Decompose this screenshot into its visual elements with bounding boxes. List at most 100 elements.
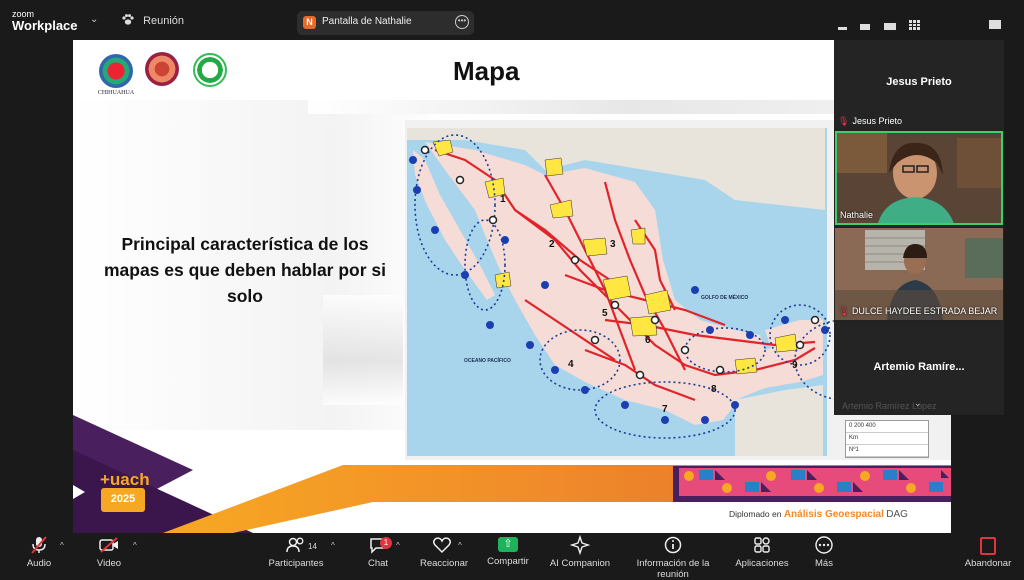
share-label: Pantalla de Nathalie xyxy=(322,16,412,27)
side-view-icon[interactable] xyxy=(883,23,896,30)
footer-suffix: DAG xyxy=(886,509,908,520)
video-name-dulce-text: DULCE HAYDEE ESTRADA BEJAR xyxy=(851,306,998,316)
audio-options-chevron-icon[interactable]: ^ xyxy=(60,541,64,550)
map-gulf-label: GOLFO DE MÉXICO xyxy=(701,293,748,301)
participant-tile-top[interactable]: Jesus Prieto xyxy=(834,40,1004,128)
zoom-logo: zoom Workplace xyxy=(12,9,78,33)
sparkle-icon xyxy=(570,535,590,555)
pattern-strip xyxy=(679,468,951,496)
video-tile-dulce[interactable]: 🎙 DULCE HAYDEE ESTRADA BEJAR xyxy=(835,228,1003,320)
participants-options-chevron-icon[interactable]: ^ xyxy=(331,541,335,550)
meeting-info-toolbar-button[interactable]: Información de la reunión xyxy=(620,535,726,580)
audio-button[interactable]: Audio xyxy=(24,535,54,569)
map-region-4: 4 xyxy=(568,359,574,370)
footer-prefix: Diplomado en xyxy=(729,509,782,519)
more-label: Más xyxy=(815,558,833,569)
participants-button[interactable]: Participantes xyxy=(268,535,324,569)
faculty-seal-logo xyxy=(145,52,179,86)
video-label: Video xyxy=(96,558,122,569)
uach-2025-badge: 2025 xyxy=(101,488,145,512)
layout-toggle-icon[interactable] xyxy=(989,20,1001,29)
slide-body-text: Principal característica de los mapas es… xyxy=(103,234,387,306)
leave-door-icon xyxy=(980,537,996,555)
sharer-avatar: N xyxy=(303,16,316,29)
gaem-logo xyxy=(193,53,227,87)
paw-icon xyxy=(122,14,134,25)
chevron-down-icon[interactable]: ⌄ xyxy=(90,14,98,25)
program-footer: Diplomado en Análisis Geoespacial DAG xyxy=(729,509,908,520)
slide-title: Mapa xyxy=(453,56,520,86)
participants-label: Participantes xyxy=(268,558,324,569)
legend-units: Km xyxy=(846,433,928,445)
slide-background-decoration xyxy=(323,295,403,405)
mic-muted-icon: 🎙 xyxy=(838,116,850,126)
map-region-1: 1 xyxy=(500,194,506,205)
apps-button[interactable]: Aplicaciones xyxy=(735,535,789,569)
chat-label: Chat xyxy=(367,558,389,569)
mic-muted-icon xyxy=(31,536,47,554)
gallery-view-icon[interactable] xyxy=(909,20,921,30)
reactions-label: Reaccionar xyxy=(420,558,469,569)
video-options-chevron-icon[interactable]: ^ xyxy=(133,541,137,550)
chat-unread-badge: 1 xyxy=(380,537,392,549)
participant-video-panel: Jesus Prieto 🎙 Jesus Prieto Nathalie 🎙 D… xyxy=(834,40,1004,415)
brand-big: Workplace xyxy=(12,18,78,33)
video-button[interactable]: Video xyxy=(94,535,124,569)
view-controls xyxy=(838,17,929,35)
uach-year: 2025 xyxy=(110,493,136,505)
ai-label: AI Companion xyxy=(549,558,611,569)
apps-icon xyxy=(754,537,770,553)
strip-view-icon[interactable] xyxy=(860,24,871,30)
participant-name-bottom: Artemio Ramíre... xyxy=(873,361,965,373)
meeting-toolbar: Audio ^ Video ^ Participantes 14 ^ Chat … xyxy=(0,533,1024,580)
more-button[interactable]: Más xyxy=(812,535,836,569)
more-options-icon[interactable]: ••• xyxy=(455,15,469,29)
audio-label: Audio xyxy=(26,558,52,569)
minimize-view-icon[interactable] xyxy=(838,27,847,30)
share-screen-button[interactable]: ⇧ Compartir xyxy=(487,535,529,567)
map-region-2: 2 xyxy=(549,239,555,250)
top-bar: zoom Workplace ⌄ Reunión N Pantalla de N… xyxy=(0,0,1024,40)
mic-muted-icon: 🎙 xyxy=(838,306,852,316)
scroll-down-chevron-icon[interactable]: ⌄ xyxy=(914,398,922,409)
info-label: Información de la reunión xyxy=(636,558,710,580)
map-region-3: 3 xyxy=(610,239,616,250)
heart-icon xyxy=(432,537,452,554)
legend-scale: 0 200 400 xyxy=(846,421,928,433)
participants-count: 14 xyxy=(308,542,317,551)
video-off-icon xyxy=(99,537,118,553)
info-icon xyxy=(664,536,682,554)
uach-logo-text: +uach xyxy=(100,470,150,489)
apps-label: Aplicaciones xyxy=(735,558,789,569)
chat-options-chevron-icon[interactable]: ^ xyxy=(396,541,400,550)
reactions-options-chevron-icon[interactable]: ^ xyxy=(458,541,462,550)
ai-companion-button[interactable]: AI Companion xyxy=(549,535,611,569)
meeting-info-button[interactable]: Reunión xyxy=(122,14,184,27)
participant-tag-name: Jesus Prieto xyxy=(852,116,902,126)
leave-button[interactable]: Abandonar xyxy=(963,535,1013,569)
shared-slide: CHIHUAHUA Mapa Principal característica … xyxy=(73,40,951,533)
participant-name-top: Jesus Prieto xyxy=(886,76,952,88)
map-region-5: 5 xyxy=(602,308,608,319)
map-legend: 0 200 400 Km Nº1 xyxy=(845,420,929,458)
video-name-dulce: 🎙 DULCE HAYDEE ESTRADA BEJAR xyxy=(838,306,997,317)
video-name-nathalie: Nathalie xyxy=(840,210,874,220)
share-screen-icon: ⇧ xyxy=(498,537,518,552)
more-icon xyxy=(815,536,833,554)
screen-share-pill[interactable]: N Pantalla de Nathalie ••• xyxy=(297,11,474,35)
university-seal-logo xyxy=(99,54,133,88)
meeting-label: Reunión xyxy=(143,15,185,27)
share-label: Compartir xyxy=(487,556,529,567)
legend-id: Nº1 xyxy=(846,445,928,457)
map-region-6: 6 xyxy=(645,335,651,346)
university-caption: CHIHUAHUA xyxy=(97,90,135,96)
participants-icon xyxy=(286,537,304,553)
map-pacific-label: OCEANO PACÍFICO xyxy=(464,356,511,364)
participant-ghost-name: Artemio Ramírez López xyxy=(842,401,937,411)
leave-label: Abandonar xyxy=(964,558,1012,569)
map-region-9: 9 xyxy=(792,360,798,371)
map-region-8: 8 xyxy=(711,384,717,395)
video-tile-nathalie[interactable]: Nathalie xyxy=(835,131,1003,225)
participant-tag-top: 🎙 Jesus Prieto xyxy=(838,116,902,127)
footer-program: Análisis Geoespacial xyxy=(783,509,884,520)
